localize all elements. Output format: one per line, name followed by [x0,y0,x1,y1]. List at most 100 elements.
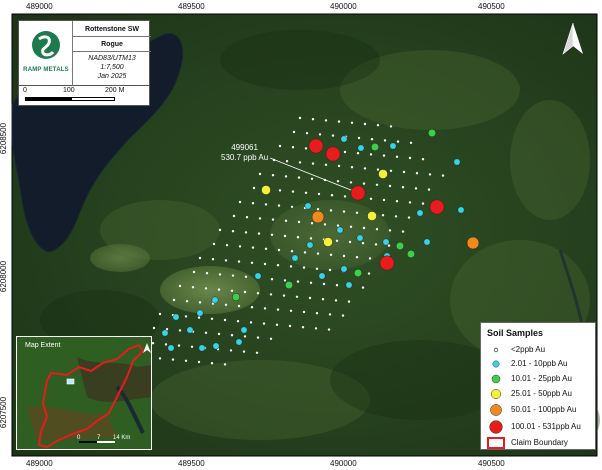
sample-point-below-2ppb [243,335,247,338]
sample-point-10-25ppb [284,280,294,290]
sample-point-below-2ppb [204,287,208,290]
sample-point-below-2ppb [164,343,168,346]
sample-point-below-2ppb [258,217,262,220]
sample-point-2-10ppb [306,241,314,249]
sample-point-below-2ppb [275,323,279,326]
sample-point-below-2ppb [407,216,411,219]
sample-point-2-10ppb [336,226,344,234]
sample-point-below-2ppb [421,202,425,205]
sample-point-below-2ppb [304,147,308,150]
inset-scale-7: 7 [97,435,101,441]
sample-point-below-2ppb [232,214,236,218]
scale-label-200: 200 M [105,87,125,94]
easting-top-4: 490500 [478,2,505,11]
sample-point-50-100ppb [311,210,325,224]
sample-point-below-2ppb [223,363,227,366]
northing-3: 6207500 [0,396,9,429]
northing-2: 6208000 [0,260,9,293]
sample-point-below-2ppb [308,296,312,300]
sample-point-below-2ppb [230,334,234,337]
sample-point-below-2ppb [218,228,222,232]
sample-point-2-10ppb [356,234,364,242]
sample-point-below-2ppb [315,267,319,270]
sample-point-below-2ppb [204,331,208,334]
sample-point-below-2ppb [277,248,281,252]
sample-point-2-10ppb [423,238,431,246]
sample-point-2-10ppb [345,281,353,289]
legend-label: 100.01 - 531ppb Au [511,422,581,431]
sample-point-below-2ppb [298,116,302,120]
sample-point-below-2ppb [328,268,332,272]
sample-callout: 499061 530.7 ppb Au [221,143,268,163]
sample-point-below-2ppb [394,215,398,218]
sample-point-below-2ppb [218,273,222,276]
sample-point-below-2ppb [421,158,425,161]
sample-point-below-2ppb [217,332,221,336]
sample-point-below-2ppb [367,272,371,275]
sample-point-10-25ppb [231,292,241,302]
sample-point-below-2ppb [210,317,214,320]
sample-point-below-2ppb [336,180,340,183]
sample-point-below-2ppb [376,168,380,171]
red-dot-symbol [489,420,503,434]
sample-point-below-2ppb [190,345,194,348]
sample-point-below-2ppb [331,134,335,137]
sample-point-below-2ppb [350,166,354,169]
sample-point-below-2ppb [408,156,412,160]
sample-point-2-10ppb [318,272,326,280]
sample-point-below-2ppb [389,125,393,128]
sample-point-10-25ppb [406,249,416,259]
sample-point-below-2ppb [314,327,318,330]
sample-point-below-2ppb [184,359,188,362]
sample-point-below-2ppb [205,272,209,275]
sample-point-below-2ppb [321,298,325,301]
sample-point-below-2ppb [231,274,235,277]
inset-map-graphic [17,337,151,449]
sample-point-below-2ppb [289,265,293,268]
sample-point-below-2ppb [276,308,280,311]
sample-point-below-2ppb [302,266,306,269]
sample-point-below-2ppb [251,246,255,249]
sample-point-below-2ppb [278,144,282,148]
sample-point-below-2ppb [349,181,353,184]
sample-point-below-2ppb [283,279,287,282]
inset-map-label: Map Extent [25,342,61,349]
sample-point-below-2ppb [210,362,214,365]
sample-point-below-2ppb [374,243,378,246]
sample-point-2-10ppb [416,209,424,217]
sample-point-below-2ppb [229,349,233,352]
sample-point-below-2ppb [370,138,374,141]
sample-point-below-2ppb [257,232,261,235]
claim-boundary-symbol [487,437,505,449]
sample-point-below-2ppb [323,223,327,226]
sample-point-below-2ppb [304,191,308,194]
sample-point-below-2ppb [211,258,215,261]
northing-1: 6208500 [0,122,9,155]
sample-point-2-10ppb [457,206,465,214]
sample-point-below-2ppb [342,254,346,258]
sample-point-below-2ppb [381,214,385,217]
sample-point-below-2ppb [324,119,328,122]
sample-point-below-2ppb [342,210,346,213]
callout-value: 530.7 ppb Au [221,153,269,162]
legend-item-2-10ppb: 2.01 - 10ppb Au [485,357,595,371]
ramp-metals-logo-icon [32,31,60,59]
sample-point-below-2ppb [262,322,266,325]
sample-point-below-2ppb [355,256,359,259]
sample-point-below-2ppb [296,236,300,239]
sample-point-below-2ppb [225,244,229,247]
legend-item-50-100ppb: 50.01 - 100ppb Au [485,403,595,417]
sample-point-below-2ppb [256,292,260,295]
sample-point-below-2ppb [224,259,228,262]
north-arrow-icon [562,22,583,55]
sample-point-below-2ppb [231,230,235,233]
sample-point-10-25ppb [370,142,380,152]
sample-point-below-2ppb [324,163,328,166]
sample-point-2-10ppb [340,265,348,273]
sample-point-below-2ppb [316,252,320,255]
sample-point-below-2ppb [223,318,227,322]
sample-point-below-2ppb [362,226,366,230]
sample-point-below-2ppb [250,261,254,264]
sample-point-2-10ppb [161,329,169,337]
sample-point-below-2ppb [334,299,338,302]
